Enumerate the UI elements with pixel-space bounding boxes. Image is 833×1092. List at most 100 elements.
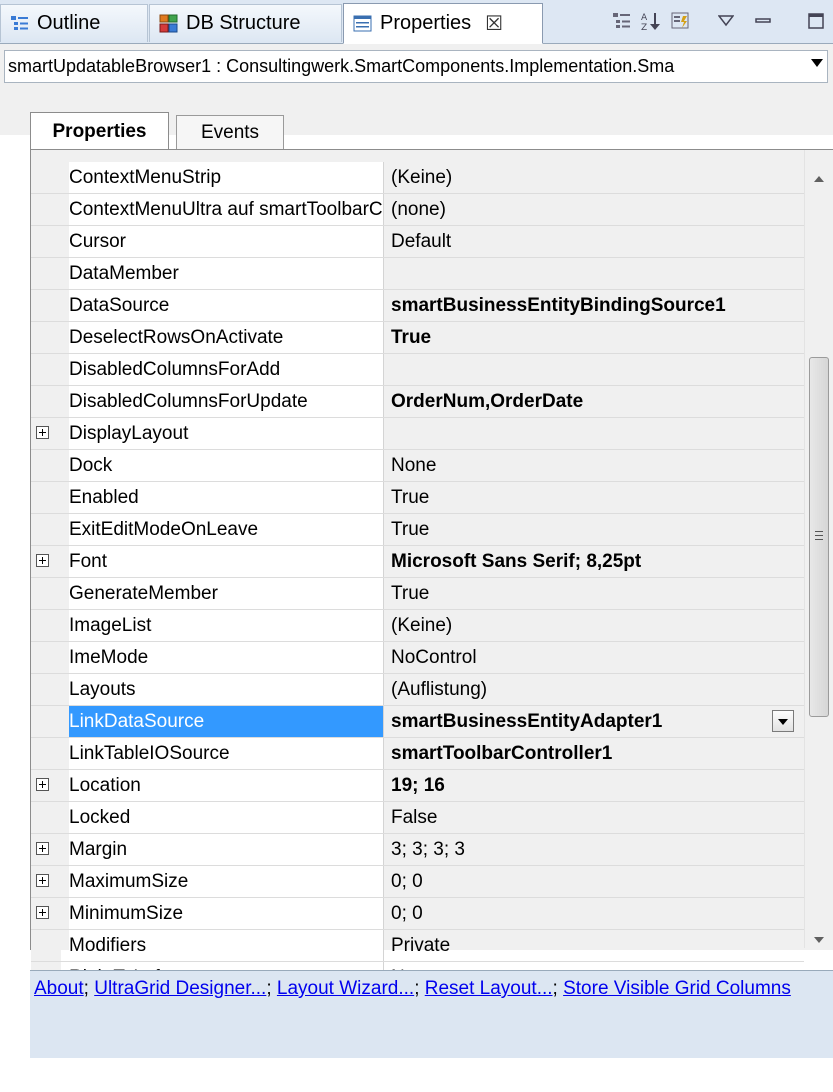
property-row[interactable]: Locked False: [31, 802, 804, 834]
minimize-icon[interactable]: [752, 10, 774, 32]
row-margin: [31, 226, 61, 257]
sort-alphabetical-icon[interactable]: AZ: [640, 10, 662, 32]
property-value[interactable]: OrderNum,OrderDate: [391, 386, 803, 417]
property-value[interactable]: (none): [391, 194, 803, 225]
property-name: MinimumSize: [69, 898, 383, 929]
command-link[interactable]: Store Visible Grid Columns: [563, 978, 791, 999]
column-divider: [383, 386, 384, 417]
property-row[interactable]: Modifiers Private: [31, 930, 804, 962]
property-name: Font: [69, 546, 383, 577]
scrollbar-thumb[interactable]: [809, 357, 829, 717]
property-value[interactable]: False: [391, 802, 803, 833]
property-row[interactable]: ImeMode NoControl: [31, 642, 804, 674]
command-link[interactable]: About: [34, 978, 84, 999]
property-row[interactable]: Cursor Default: [31, 226, 804, 258]
expand-plus-icon[interactable]: [36, 778, 49, 791]
property-row[interactable]: Layouts (Auflistung): [31, 674, 804, 706]
property-value[interactable]: Microsoft Sans Serif; 8,25pt: [391, 546, 803, 577]
tab-outline[interactable]: Outline: [0, 4, 148, 42]
scroll-down-arrow-icon[interactable]: [814, 937, 824, 943]
tab-properties[interactable]: Properties ☒: [343, 3, 543, 44]
property-name-text: Font: [69, 551, 108, 572]
property-name: Dock: [69, 450, 383, 481]
property-row[interactable]: Enabled True: [31, 482, 804, 514]
property-row[interactable]: Dock None: [31, 450, 804, 482]
property-value[interactable]: smartToolbarController1: [391, 738, 803, 769]
expand-plus-icon[interactable]: [36, 906, 49, 919]
property-value[interactable]: (Keine): [391, 610, 803, 641]
property-value[interactable]: [391, 258, 803, 289]
property-value[interactable]: Private: [391, 930, 803, 961]
view-menu-icon[interactable]: [715, 10, 737, 32]
property-value[interactable]: Default: [391, 226, 803, 257]
property-value[interactable]: [391, 354, 803, 385]
property-row[interactable]: LinkTableIOSource smartToolbarController1: [31, 738, 804, 770]
tab-events[interactable]: Events: [176, 115, 284, 149]
property-value[interactable]: 0; 0: [391, 866, 803, 897]
scroll-up-arrow-icon[interactable]: [814, 176, 824, 182]
property-value[interactable]: 0; 0: [391, 898, 803, 929]
object-selector-combobox[interactable]: smartUpdatableBrowser1 : Consultingwerk.…: [4, 50, 828, 83]
property-row[interactable]: Location 19; 16: [31, 770, 804, 802]
property-row[interactable]: LinkDataSource smartBusinessEntityAdapter…: [31, 706, 804, 738]
command-link[interactable]: UltraGrid Designer...: [94, 978, 266, 999]
command-link[interactable]: Layout Wizard...: [277, 978, 414, 999]
tab-outline-label: Outline: [37, 12, 101, 34]
property-value[interactable]: smartBusinessEntityBindingSource1: [391, 290, 803, 321]
column-divider: [383, 514, 384, 545]
property-value[interactable]: smartBusinessEntityAdapter1: [391, 706, 803, 737]
events-icon[interactable]: [670, 10, 692, 32]
property-name-text: Layouts: [69, 679, 136, 700]
property-value[interactable]: NoControl: [391, 642, 803, 673]
property-value[interactable]: True: [391, 578, 803, 609]
expand-plus-icon[interactable]: [36, 842, 49, 855]
property-row[interactable]: DataSource smartBusinessEntityBindingSour…: [31, 290, 804, 322]
chevron-down-icon[interactable]: [811, 59, 823, 67]
property-name-text: DisabledColumnsForAdd: [69, 359, 281, 380]
property-row[interactable]: GenerateMember True: [31, 578, 804, 610]
vertical-scrollbar[interactable]: [804, 150, 833, 948]
property-row[interactable]: DataMember: [31, 258, 804, 290]
maximize-icon[interactable]: [805, 10, 827, 32]
property-row[interactable]: DisplayLayout: [31, 418, 804, 450]
close-icon[interactable]: ☒: [485, 11, 503, 36]
tab-db-structure-label: DB Structure: [186, 12, 301, 34]
property-value[interactable]: 19; 16: [391, 770, 803, 801]
property-row[interactable]: DeselectRowsOnActivate True: [31, 322, 804, 354]
property-value[interactable]: True: [391, 514, 803, 545]
property-row[interactable]: MaximumSize 0; 0: [31, 866, 804, 898]
property-value[interactable]: (Auflistung): [391, 674, 803, 705]
command-link[interactable]: Reset Layout...: [425, 978, 553, 999]
property-row[interactable]: DisabledColumnsForAdd: [31, 354, 804, 386]
row-margin: [31, 738, 61, 769]
value-dropdown-button[interactable]: [772, 710, 794, 732]
expand-plus-icon[interactable]: [36, 874, 49, 887]
property-row[interactable]: ContextMenuUltra auf smartToolbarControl…: [31, 194, 804, 226]
property-name-text: MaximumSize: [69, 871, 189, 892]
categorized-icon[interactable]: [611, 10, 633, 32]
expand-plus-icon[interactable]: [36, 554, 49, 567]
column-divider: [383, 194, 384, 225]
expand-plus-icon[interactable]: [36, 426, 49, 439]
property-row[interactable]: ExitEditModeOnLeave True: [31, 514, 804, 546]
property-row[interactable]: MinimumSize 0; 0: [31, 898, 804, 930]
property-row[interactable]: ImageList (Keine): [31, 610, 804, 642]
property-row[interactable]: Margin 3; 3; 3; 3: [31, 834, 804, 866]
property-value[interactable]: 3; 3; 3; 3: [391, 834, 803, 865]
tab-db-structure[interactable]: DB Structure: [149, 4, 342, 42]
column-divider: [383, 450, 384, 481]
property-value[interactable]: [391, 418, 803, 449]
property-row[interactable]: Font Microsoft Sans Serif; 8,25pt: [31, 546, 804, 578]
tab-properties-grid[interactable]: Properties: [30, 112, 169, 150]
column-divider: [383, 930, 384, 961]
property-value[interactable]: True: [391, 322, 803, 353]
column-divider: [383, 258, 384, 289]
command-separator: ;: [83, 978, 95, 999]
property-name-text: ContextMenuStrip: [69, 167, 222, 188]
property-value[interactable]: None: [391, 450, 803, 481]
property-value[interactable]: True: [391, 482, 803, 513]
property-row[interactable]: DisabledColumnsForUpdate OrderNum,OrderDa…: [31, 386, 804, 418]
property-row[interactable]: ContextMenuStrip (Keine): [31, 162, 804, 194]
property-value[interactable]: (Keine): [391, 162, 803, 193]
row-margin: [31, 354, 61, 385]
